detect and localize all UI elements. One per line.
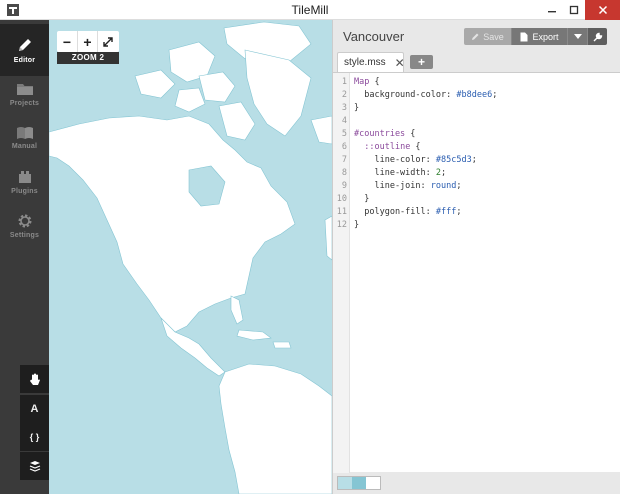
project-title: Vancouver (343, 29, 405, 44)
folder-icon (16, 84, 33, 95)
land-baffin (218, 101, 256, 141)
land-arctic-island-3 (134, 69, 176, 99)
code-line: Map { (354, 77, 380, 87)
line-number: 4 (341, 116, 347, 126)
code-line: } (354, 194, 370, 204)
land-arctic-island-4 (174, 87, 206, 113)
maximize-button[interactable] (563, 0, 585, 20)
color-swatch[interactable] (338, 477, 352, 489)
land-greenland (244, 49, 312, 137)
zoom-level-label: ZOOM 2 (57, 52, 119, 64)
line-number: 11 (336, 207, 347, 217)
close-button[interactable] (585, 0, 620, 20)
sidebar-item-label: Settings (9, 232, 40, 239)
fullscreen-button[interactable] (97, 31, 117, 52)
editor-panel: Vancouver Save Export style.mss ✕ + 1 2 … (332, 20, 620, 494)
code-line: #countries { (354, 129, 416, 139)
window-titlebar: TileMill (0, 0, 620, 20)
font-tool-button[interactable]: A (20, 395, 49, 423)
export-label: Export (532, 31, 559, 42)
export-button[interactable]: Export (511, 28, 567, 45)
code-line: background-color: #b8dee6; (354, 90, 498, 100)
line-number: 1 (341, 77, 347, 87)
expand-icon (102, 36, 113, 47)
save-button[interactable]: Save (464, 28, 511, 45)
document-icon (520, 32, 528, 41)
code-line: line-join: round; (354, 181, 462, 191)
add-tab-button[interactable]: + (410, 55, 433, 69)
sidebar-item-label: Editor (13, 57, 36, 64)
book-icon (16, 127, 33, 139)
layers-tool-button[interactable] (20, 452, 49, 480)
line-number: 7 (341, 155, 347, 165)
color-palette (337, 476, 381, 490)
wrench-icon (593, 32, 602, 41)
line-number: 3 (341, 103, 347, 113)
caret-down-icon (573, 33, 582, 39)
editor-toolbar: Save Export (464, 28, 607, 45)
code-line: } (354, 103, 360, 113)
world-map (49, 21, 332, 494)
sidebar-item-settings[interactable]: Settings (0, 200, 49, 252)
code-line: line-width: 2; (354, 168, 447, 178)
tab-style-mss[interactable]: style.mss ✕ (337, 52, 405, 72)
sidebar-item-label: Projects (9, 100, 40, 107)
line-number: 6 (341, 142, 347, 152)
land-cuba (236, 329, 272, 341)
land-hispaniola (272, 341, 292, 349)
layers-icon (29, 461, 40, 472)
tab-label: style.mss (344, 57, 386, 68)
pencil-icon (18, 39, 31, 51)
land-europe-edge (324, 215, 332, 261)
font-icon: A (30, 403, 39, 415)
carto-reference-button[interactable]: { } (20, 423, 49, 451)
sidebar: Editor Projects Manual Plugins Settings (0, 20, 49, 494)
pan-tool-button[interactable] (20, 365, 49, 393)
export-dropdown-button[interactable] (567, 28, 587, 45)
line-number: 10 (336, 194, 347, 204)
line-number: 9 (341, 181, 347, 191)
minimize-icon (548, 11, 556, 13)
line-number: 8 (341, 168, 347, 178)
close-icon (598, 5, 607, 15)
close-tab-icon[interactable]: ✕ (395, 56, 405, 70)
map-view[interactable] (49, 20, 332, 494)
line-number-gutter: 1 2 3 4 5 6 7 8 9 10 11 12 (333, 73, 350, 473)
land-iceland (310, 115, 332, 145)
pencil-icon (472, 33, 479, 40)
braces-icon: { } (29, 432, 40, 442)
line-number: 2 (341, 90, 347, 100)
code-editor[interactable]: 1 2 3 4 5 6 7 8 9 10 11 12 Map { backgro… (333, 72, 620, 473)
code-line: line-color: #85c5d3; (354, 155, 477, 165)
gear-icon (18, 214, 31, 228)
zoom-in-button[interactable]: + (77, 31, 97, 52)
minimize-button[interactable] (541, 0, 563, 20)
color-swatch[interactable] (366, 477, 380, 489)
zoom-control: − + (57, 31, 119, 52)
maximize-icon (569, 5, 579, 15)
plugin-icon (18, 171, 31, 183)
code-line: } (354, 220, 360, 230)
land-arctic-island-2 (198, 71, 236, 103)
land-north-america (49, 115, 296, 333)
code-line: polygon-fill: #fff; (354, 207, 462, 217)
line-number: 5 (341, 129, 347, 139)
sidebar-item-label: Manual (11, 143, 38, 150)
hand-icon (29, 373, 40, 385)
settings-button[interactable] (587, 28, 607, 45)
line-number: 12 (336, 220, 347, 230)
color-swatch[interactable] (352, 477, 366, 489)
save-label: Save (483, 31, 504, 42)
window-title: TileMill (291, 3, 329, 17)
sidebar-item-label: Plugins (11, 188, 38, 195)
code-line: ::outline { (364, 142, 421, 152)
land-florida (230, 295, 244, 325)
land-south-america (218, 363, 332, 494)
zoom-out-button[interactable]: − (57, 31, 77, 52)
